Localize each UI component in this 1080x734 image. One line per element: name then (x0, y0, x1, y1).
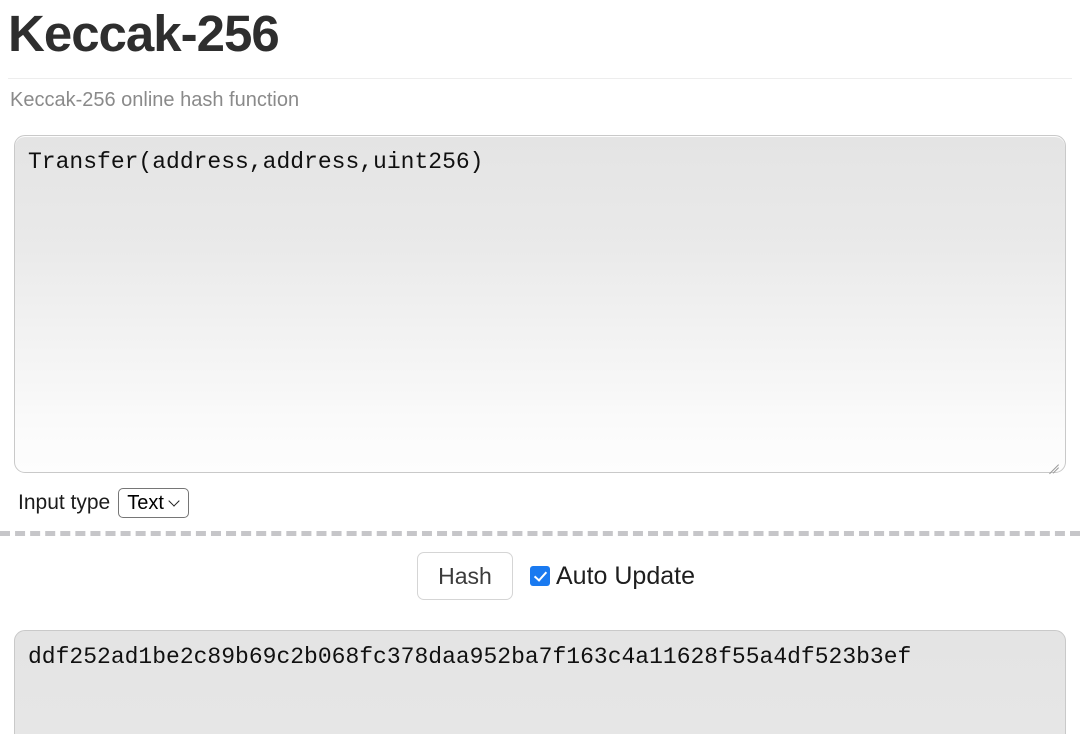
keccak-hash-page: Keccak-256 Keccak-256 online hash functi… (0, 0, 1080, 734)
page-subtitle: Keccak-256 online hash function (10, 89, 300, 111)
chevron-down-icon (170, 496, 181, 507)
actions-row: Hash Auto Update (417, 552, 695, 600)
title-divider (8, 78, 1072, 79)
auto-update-label: Auto Update (556, 562, 695, 590)
input-textarea[interactable] (14, 135, 1066, 473)
section-divider (0, 531, 1080, 536)
auto-update-toggle[interactable]: Auto Update (530, 561, 695, 591)
input-type-row: Input type Text (18, 488, 189, 518)
input-type-selected-value: Text (127, 491, 164, 514)
page-title: Keccak-256 (8, 5, 280, 62)
input-type-select[interactable]: Text (118, 488, 189, 518)
hash-button[interactable]: Hash (417, 552, 513, 600)
auto-update-checkbox[interactable] (530, 566, 550, 586)
input-type-label: Input type (18, 491, 111, 514)
output-textarea[interactable] (14, 630, 1066, 734)
